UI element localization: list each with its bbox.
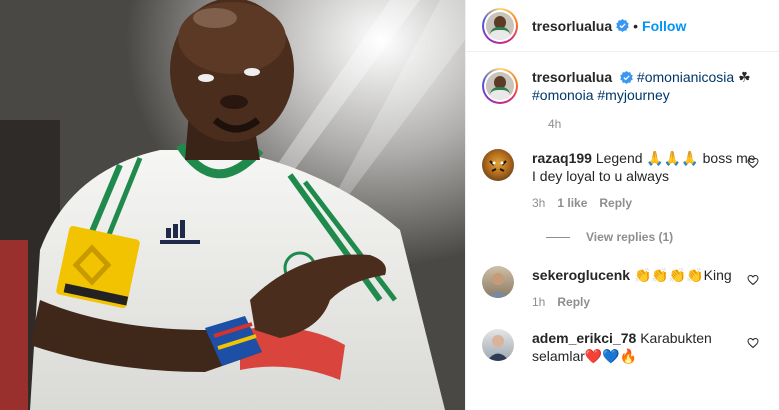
commenter-avatar[interactable] [482, 266, 514, 298]
reply-button[interactable]: Reply [599, 194, 632, 212]
comment-username[interactable]: adem_erikci_78 [532, 330, 636, 346]
comment-meta: 3h 1 like Reply [532, 194, 758, 212]
comment-username[interactable]: razaq199 [532, 150, 592, 166]
separator-dot: • [633, 17, 639, 34]
clover-emoji: ☘ [738, 69, 751, 85]
verified-badge-icon [620, 71, 633, 84]
comment-likes[interactable]: 1 like [557, 194, 587, 212]
comments-list[interactable]: tresorlualua #omonianicosia ☘ #omonoia #… [466, 52, 779, 365]
post-caption: tresorlualua #omonianicosia ☘ #omonoia #… [482, 68, 763, 104]
like-heart-icon[interactable] [747, 157, 759, 169]
hashtag-link[interactable]: #myjourney [597, 87, 669, 103]
football-player-photo [0, 0, 465, 410]
comment-timestamp: 1h [532, 295, 546, 309]
comment-item: adem_erikci_78 Karabukten selamlar❤️💙🔥 [482, 329, 763, 365]
hashtag-link[interactable]: #omonoia [532, 87, 594, 103]
view-replies-label: View replies (1) [586, 230, 674, 244]
comment-text: 👏👏👏👏King [633, 267, 732, 283]
caption-timestamp: 4h [548, 117, 562, 131]
person-avatar-icon [487, 335, 509, 361]
person-avatar-icon [488, 273, 508, 298]
post-username[interactable]: tresorlualua [532, 18, 612, 34]
tiger-avatar-icon [489, 160, 507, 172]
follow-button[interactable]: Follow [642, 18, 686, 34]
caption-username[interactable]: tresorlualua [532, 69, 612, 85]
post-header: tresorlualua • Follow [466, 0, 779, 52]
post-photo[interactable] [0, 0, 465, 410]
like-heart-icon[interactable] [747, 274, 759, 286]
commenter-avatar[interactable] [482, 149, 514, 181]
comment-username[interactable]: sekeroglucenk [532, 267, 630, 283]
caption-text: tresorlualua #omonianicosia ☘ #omonoia #… [532, 68, 762, 104]
post-side-panel: tresorlualua • Follow tresorlualua #omon… [465, 0, 779, 410]
hashtag-link[interactable]: #omonianicosia [637, 69, 734, 85]
commenter-avatar[interactable] [482, 329, 514, 361]
avatar [486, 11, 514, 40]
story-ring[interactable] [482, 7, 518, 44]
comment-timestamp: 3h [532, 196, 546, 210]
caption-story-ring[interactable] [482, 68, 518, 104]
comment-item: razaq199 Legend 🙏🙏🙏 boss me I dey loyal … [482, 149, 763, 212]
comment-meta: 1h Reply [532, 293, 758, 311]
comment-item: sekeroglucenk 👏👏👏👏King 1h Reply [482, 266, 763, 311]
avatar [486, 72, 514, 100]
view-replies-button[interactable]: View replies (1) [546, 230, 763, 244]
verified-badge-icon [616, 19, 629, 32]
like-heart-icon[interactable] [747, 337, 759, 349]
reply-button[interactable]: Reply [557, 293, 590, 311]
replies-divider [546, 236, 570, 238]
